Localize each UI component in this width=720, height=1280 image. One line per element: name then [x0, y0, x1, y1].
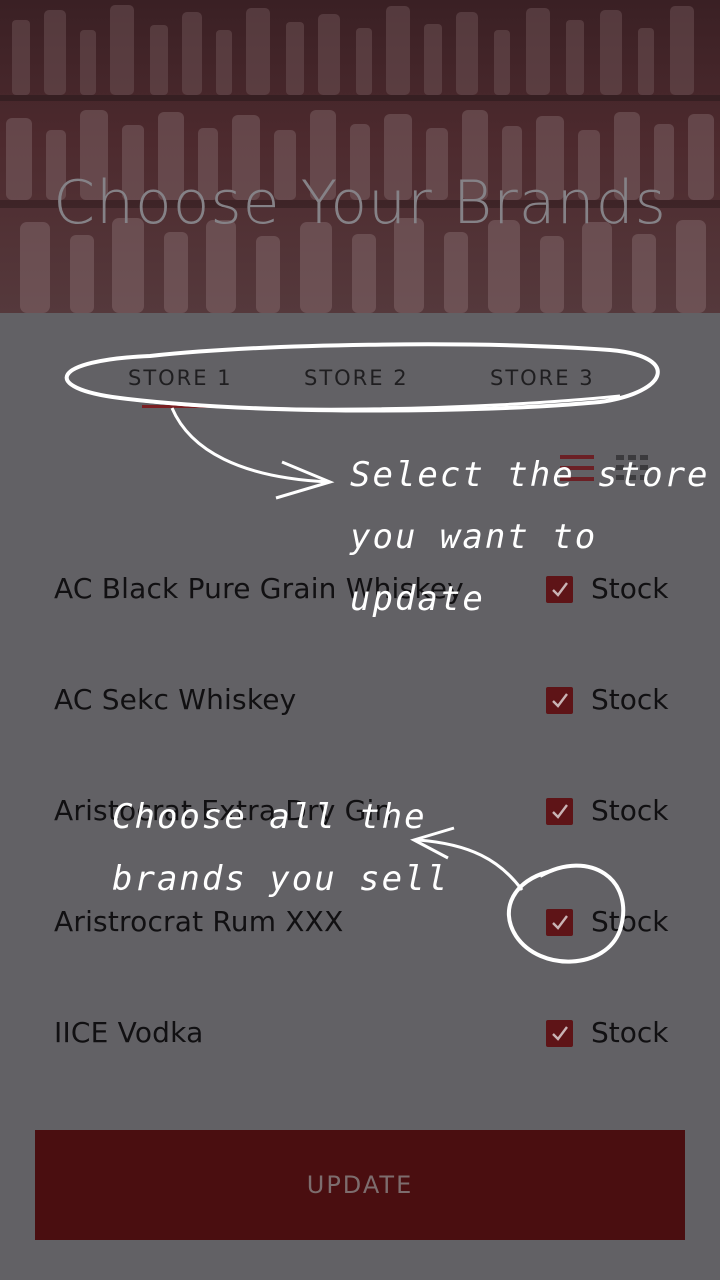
active-tab-indicator [142, 405, 214, 408]
grid-view-icon[interactable] [616, 455, 652, 481]
hero-banner: Choose Your Brands [0, 0, 720, 313]
stock-label: Stock [591, 572, 669, 605]
brand-row: AC Black Pure Grain Whiskey Stock [0, 534, 720, 645]
brand-name: Aristocrat Extra Dry Gin [54, 794, 393, 827]
tab-store-2[interactable]: STORE 2 [304, 366, 409, 390]
checkmark-icon [552, 915, 568, 930]
brand-name: AC Black Pure Grain Whiskey [54, 572, 464, 605]
brand-row: AC Sekc Whiskey Stock [0, 645, 720, 756]
store-tabs: STORE 1 STORE 2 STORE 3 [0, 366, 720, 406]
brand-row: IICE Vodka Stock [0, 978, 720, 1089]
stock-checkbox[interactable] [546, 909, 573, 936]
store-hint-line: Select the store [350, 455, 710, 495]
brand-name: AC Sekc Whiskey [54, 683, 297, 716]
stock-label: Stock [591, 905, 669, 938]
brand-name: Aristrocrat Rum XXX [54, 905, 344, 938]
stock-checkbox[interactable] [546, 576, 573, 603]
checkmark-icon [552, 693, 568, 708]
page-title: Choose Your Brands [53, 168, 667, 238]
checkmark-icon [552, 582, 568, 597]
tab-store-1[interactable]: STORE 1 [128, 366, 233, 390]
stock-label: Stock [591, 1016, 669, 1049]
tab-store-3[interactable]: STORE 3 [490, 366, 595, 390]
stock-checkbox[interactable] [546, 687, 573, 714]
stock-checkbox[interactable] [546, 1020, 573, 1047]
list-view-icon[interactable] [560, 455, 596, 481]
update-button[interactable]: UPDATE [35, 1130, 685, 1240]
checkmark-icon [552, 804, 568, 819]
brand-row: Aristrocrat Rum XXX Stock [0, 867, 720, 978]
brand-row: Aristocrat Extra Dry Gin Stock [0, 756, 720, 867]
checkmark-icon [552, 1026, 568, 1041]
stock-label: Stock [591, 794, 669, 827]
stock-label: Stock [591, 683, 669, 716]
store-hint-arrow [170, 407, 331, 484]
bottle-shelf-image [0, 5, 720, 313]
stock-checkbox[interactable] [546, 798, 573, 825]
brand-name: IICE Vodka [54, 1016, 204, 1049]
